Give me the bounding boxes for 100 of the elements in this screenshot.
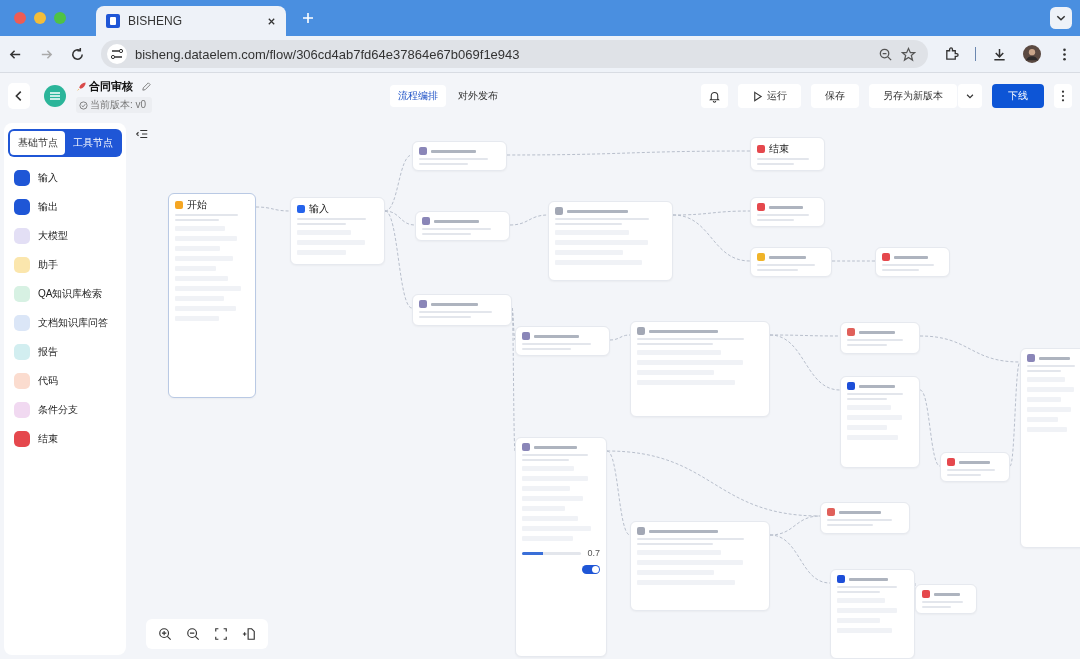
node-icon	[757, 253, 765, 261]
more-button[interactable]	[1054, 84, 1072, 108]
node-icon	[555, 207, 563, 215]
node-type-item[interactable]: QA知识库检索	[8, 282, 122, 306]
node-title: 输入	[309, 203, 329, 215]
view-tab[interactable]: 流程编排	[390, 85, 446, 107]
connector-line	[509, 214, 549, 226]
flow-node[interactable]: 开始	[168, 193, 256, 398]
node-icon	[847, 382, 855, 390]
site-settings-icon[interactable]	[107, 44, 127, 64]
flow-node[interactable]	[820, 502, 910, 534]
slider[interactable]	[522, 551, 582, 555]
connector-line	[255, 206, 291, 212]
node-type-item[interactable]: 输出	[8, 195, 122, 219]
fit-view-icon[interactable]	[214, 627, 228, 641]
star-icon[interactable]	[901, 46, 916, 62]
node-icon	[422, 217, 430, 225]
toggle-switch[interactable]	[582, 565, 600, 574]
avatar[interactable]	[1023, 45, 1041, 63]
node-icon	[847, 328, 855, 336]
flow-node[interactable]	[515, 326, 610, 356]
bell-icon	[708, 89, 721, 103]
browser-tab[interactable]: BISHENG	[96, 6, 286, 36]
flow-node[interactable]	[840, 376, 920, 468]
flow-node[interactable]	[830, 569, 915, 659]
flow-node[interactable]	[412, 294, 512, 326]
node-icon	[637, 527, 645, 535]
node-icon	[522, 332, 530, 340]
address-bar[interactable]: bisheng.dataelem.com/flow/306cd4ab7fd64e37864e67b069f1e943	[101, 40, 928, 68]
node-icon	[175, 201, 183, 209]
node-icon	[419, 300, 427, 308]
play-icon	[752, 90, 763, 102]
node-type-item[interactable]: 输入	[8, 166, 122, 190]
panel-tab[interactable]: 基础节点	[10, 131, 65, 155]
node-type-item[interactable]: 大模型	[8, 224, 122, 248]
node-title: 开始	[187, 199, 207, 211]
caret-icon	[965, 91, 975, 101]
node-type-item[interactable]: 条件分支	[8, 398, 122, 422]
node-icon	[419, 147, 427, 155]
flow-node[interactable]	[840, 322, 920, 354]
add-note-icon[interactable]	[242, 627, 256, 641]
flow-node[interactable]	[630, 321, 770, 417]
run-button[interactable]: 运行	[738, 84, 801, 108]
flow-node[interactable]	[1020, 348, 1080, 548]
edit-icon[interactable]	[141, 81, 152, 92]
tab-list-icon[interactable]	[1050, 7, 1072, 29]
flow-node[interactable]: 输入	[290, 197, 385, 265]
zoom-icon[interactable]	[878, 46, 893, 62]
collapse-panel-icon[interactable]	[135, 127, 149, 141]
logo-icon	[106, 14, 120, 28]
node-icon	[757, 145, 765, 153]
node-type-item[interactable]: 报告	[8, 340, 122, 364]
close-icon[interactable]	[267, 16, 276, 26]
offline-button[interactable]: 下线	[992, 84, 1044, 108]
view-tab[interactable]: 对外发布	[450, 85, 506, 107]
node-type-item[interactable]: 助手	[8, 253, 122, 277]
flow-node[interactable]: 结束	[750, 137, 825, 171]
node-icon	[827, 508, 835, 516]
node-icon	[757, 203, 765, 211]
panel-tab[interactable]: 工具节点	[65, 131, 120, 155]
node-icon	[522, 443, 530, 451]
node-icon	[947, 458, 955, 466]
node-icon	[922, 590, 930, 598]
zoom-out-icon[interactable]	[186, 627, 200, 641]
node-type-item[interactable]: 文档知识库问答	[8, 311, 122, 335]
save-button[interactable]: 保存	[811, 84, 859, 108]
back-button[interactable]	[8, 83, 30, 109]
flow-node[interactable]	[750, 247, 832, 277]
node-title: 结束	[769, 143, 789, 155]
flow-node[interactable]	[630, 521, 770, 611]
extension-icon[interactable]	[944, 46, 959, 62]
new-tab-icon[interactable]	[302, 12, 314, 24]
download-icon[interactable]	[992, 46, 1007, 62]
node-type-item[interactable]: 代码	[8, 369, 122, 393]
rocket-icon	[76, 81, 87, 92]
flow-node[interactable]	[915, 584, 977, 614]
flow-node[interactable]: 0.7	[515, 437, 607, 657]
save-as-button[interactable]: 另存为新版本	[869, 84, 957, 108]
flow-node[interactable]	[940, 452, 1010, 482]
check-circle-icon	[79, 100, 88, 110]
app-icon	[44, 85, 66, 107]
flow-node[interactable]	[875, 247, 950, 277]
slider-value: 0.7	[587, 548, 600, 558]
node-type-item[interactable]: 结束	[8, 427, 122, 451]
zoom-in-icon[interactable]	[158, 627, 172, 641]
more-icon	[1061, 90, 1065, 102]
node-icon	[882, 253, 890, 261]
node-icon	[837, 575, 845, 583]
flow-node[interactable]	[415, 211, 510, 241]
flow-node[interactable]	[548, 201, 673, 281]
connector-line	[609, 334, 631, 341]
tab-title: BISHENG	[128, 14, 183, 28]
notification-button[interactable]	[701, 84, 728, 108]
reload-icon[interactable]	[70, 46, 85, 62]
version-label: 当前版本: v0	[90, 98, 147, 112]
node-icon	[297, 205, 305, 213]
flow-title: 合同审核	[89, 79, 133, 94]
flow-node[interactable]	[750, 197, 825, 227]
flow-node[interactable]	[412, 141, 507, 171]
node-icon	[1027, 354, 1035, 362]
